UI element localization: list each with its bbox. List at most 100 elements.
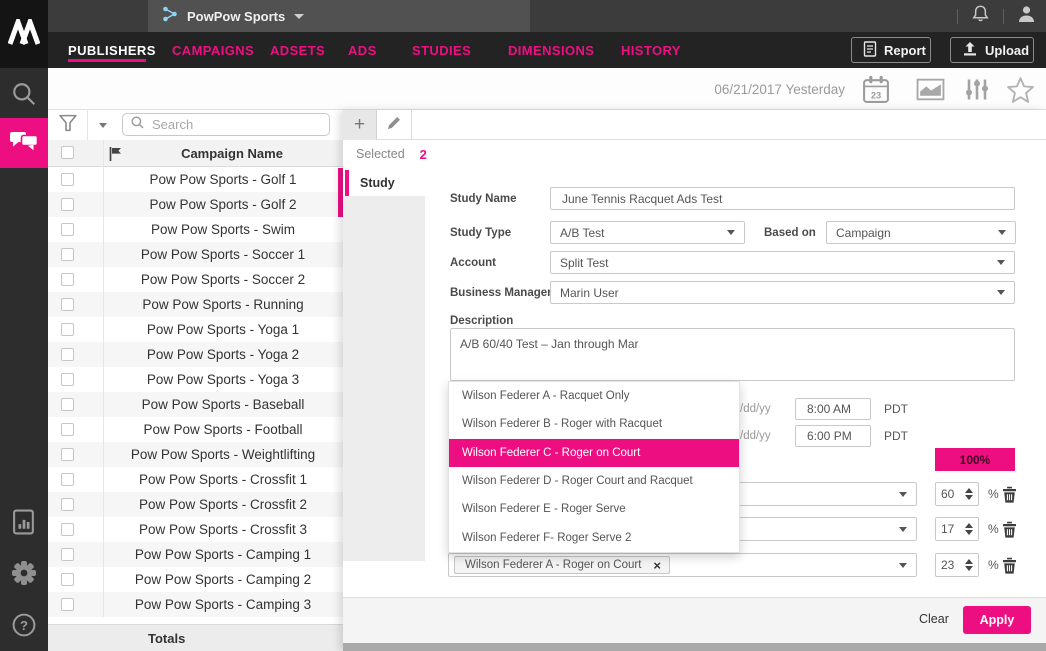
column-settings-icon[interactable] <box>964 77 990 107</box>
delete-split-1-button[interactable] <box>1002 486 1017 508</box>
dropdown-option[interactable]: Wilson Federer F- Roger Serve 2 <box>449 524 739 552</box>
dropdown-option[interactable]: Wilson Federer B - Roger with Racquet <box>449 410 739 438</box>
campaign-row[interactable]: Pow Pow Sports - Swim <box>48 217 343 242</box>
based-on-select[interactable]: Campaign <box>826 221 1016 244</box>
row-checkbox[interactable] <box>61 223 74 236</box>
favorite-star-icon[interactable] <box>1006 76 1035 109</box>
date-range-display[interactable]: 06/21/2017 Yesterday <box>714 68 845 110</box>
step-up-icon[interactable] <box>965 488 973 493</box>
nav-ads[interactable]: ADS <box>348 32 377 68</box>
dropdown-option[interactable]: Wilson Federer E - Roger Serve <box>449 495 739 523</box>
row-checkbox[interactable] <box>61 173 74 186</box>
sidebar-search-button[interactable] <box>0 76 48 116</box>
nav-history[interactable]: HISTORY <box>621 32 681 68</box>
chart-view-icon[interactable] <box>916 78 945 106</box>
sidebar-settings-button[interactable] <box>0 555 48 595</box>
nav-studies[interactable]: STUDIES <box>412 32 471 68</box>
clear-button[interactable]: Clear <box>919 612 949 626</box>
apply-button[interactable]: Apply <box>963 606 1031 634</box>
logo-corner <box>0 0 48 68</box>
campaign-name: Pow Pow Sports - Crossfit 2 <box>103 492 343 517</box>
row-checkbox[interactable] <box>61 273 74 286</box>
campaign-row[interactable]: Pow Pow Sports - Yoga 1 <box>48 317 343 342</box>
end-time-input[interactable] <box>805 428 861 444</box>
row-checkbox[interactable] <box>61 298 74 311</box>
add-tab-button[interactable]: + <box>343 110 377 140</box>
campaign-row[interactable]: Pow Pow Sports - Baseball <box>48 392 343 417</box>
business-manager-select[interactable]: Marin User <box>550 281 1015 304</box>
campaign-row[interactable]: Pow Pow Sports - Golf 1 <box>48 167 343 192</box>
step-up-icon[interactable] <box>965 523 973 528</box>
filter-dropdown-button[interactable] <box>88 110 118 140</box>
step-down-icon[interactable] <box>965 566 973 571</box>
sidebar-reports-button[interactable] <box>0 504 48 544</box>
nav-adsets[interactable]: ADSETS <box>270 32 325 68</box>
study-type-select[interactable]: A/B Test <box>550 221 745 244</box>
row-checkbox[interactable] <box>61 598 74 611</box>
campaign-row[interactable]: Pow Pow Sports - Crossfit 2 <box>48 492 343 517</box>
account-switcher[interactable]: PowPow Sports <box>148 0 530 32</box>
row-checkbox[interactable] <box>61 423 74 436</box>
select-all-checkbox[interactable] <box>61 146 74 159</box>
sidebar-help-button[interactable]: ? <box>0 607 48 647</box>
campaign-name-column-header[interactable]: Campaign Name <box>103 140 343 166</box>
campaign-row[interactable]: Pow Pow Sports - Weightlifting <box>48 442 343 467</box>
tab-study[interactable]: Study <box>343 170 425 196</box>
nav-dimensions[interactable]: DIMENSIONS <box>508 32 594 68</box>
step-up-icon[interactable] <box>965 559 973 564</box>
campaign-row[interactable]: Pow Pow Sports - Yoga 2 <box>48 342 343 367</box>
split-3-select[interactable]: Wilson Federer A - Roger on Court × <box>448 553 917 577</box>
campaign-row[interactable]: Pow Pow Sports - Football <box>48 417 343 442</box>
upload-button[interactable]: Upload <box>950 37 1034 63</box>
chip-remove-icon[interactable]: × <box>653 559 661 572</box>
account-select[interactable]: Split Test <box>550 251 1015 274</box>
row-checkbox[interactable] <box>61 198 74 211</box>
split-1-percent-stepper[interactable]: 60 <box>935 482 979 506</box>
row-checkbox[interactable] <box>61 523 74 536</box>
row-checkbox[interactable] <box>61 473 74 486</box>
filter-button[interactable] <box>48 110 88 140</box>
campaign-row[interactable]: Pow Pow Sports - Soccer 1 <box>48 242 343 267</box>
dropdown-option-highlighted[interactable]: Wilson Federer C - Roger on Court <box>449 439 739 467</box>
split-3-percent-stepper[interactable]: 23 <box>935 553 979 577</box>
row-checkbox[interactable] <box>61 498 74 511</box>
dropdown-option[interactable]: Wilson Federer A - Racquet Only <box>449 382 739 410</box>
edit-tab-button[interactable] <box>377 110 412 140</box>
campaign-row[interactable]: Pow Pow Sports - Camping 1 <box>48 542 343 567</box>
search-input[interactable] <box>150 116 321 133</box>
study-name-input[interactable] <box>560 191 1005 207</box>
row-checkbox[interactable] <box>61 323 74 336</box>
campaign-row[interactable]: Pow Pow Sports - Crossfit 3 <box>48 517 343 542</box>
calendar-icon[interactable]: 23 <box>862 75 890 109</box>
row-checkbox[interactable] <box>61 398 74 411</box>
row-checkbox[interactable] <box>61 373 74 386</box>
description-textarea[interactable]: A/B 60/40 Test – Jan through Mar <box>451 329 1014 380</box>
campaign-row[interactable]: Pow Pow Sports - Camping 2 <box>48 567 343 592</box>
user-profile-icon[interactable] <box>1017 5 1036 28</box>
campaign-row[interactable]: Pow Pow Sports - Running <box>48 292 343 317</box>
report-button[interactable]: Report <box>851 37 931 63</box>
dropdown-option[interactable]: Wilson Federer D - Roger Court and Racqu… <box>449 467 739 495</box>
row-checkbox[interactable] <box>61 348 74 361</box>
delete-split-2-button[interactable] <box>1002 521 1017 543</box>
campaign-row[interactable]: Pow Pow Sports - Yoga 3 <box>48 367 343 392</box>
nav-publishers[interactable]: PUBLISHERS <box>68 32 156 68</box>
horizontal-scrollbar[interactable] <box>343 643 1046 651</box>
row-checkbox[interactable] <box>61 248 74 261</box>
campaign-row[interactable]: Pow Pow Sports - Camping 3 <box>48 592 343 617</box>
sidebar-grid-edit-button[interactable] <box>0 118 48 168</box>
step-down-icon[interactable] <box>965 530 973 535</box>
campaign-row[interactable]: Pow Pow Sports - Crossfit 1 <box>48 467 343 492</box>
row-checkbox[interactable] <box>61 548 74 561</box>
delete-split-3-button[interactable] <box>1002 557 1017 579</box>
row-checkbox[interactable] <box>61 573 74 586</box>
notifications-bell-icon[interactable] <box>971 4 990 28</box>
campaign-row[interactable]: Pow Pow Sports - Soccer 2 <box>48 267 343 292</box>
nav-campaigns[interactable]: CAMPAIGNS <box>172 32 254 68</box>
start-time-input[interactable] <box>805 401 861 417</box>
row-checkbox[interactable] <box>61 448 74 461</box>
campaign-row[interactable]: Pow Pow Sports - Golf 2 <box>48 192 343 217</box>
step-down-icon[interactable] <box>965 495 973 500</box>
split-2-percent-value: 17 <box>941 522 954 536</box>
split-2-percent-stepper[interactable]: 17 <box>935 517 979 541</box>
